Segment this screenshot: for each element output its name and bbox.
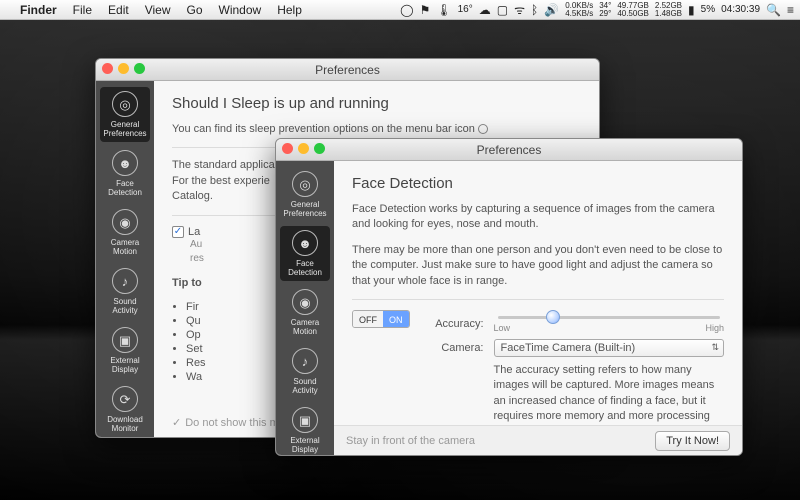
- sidebar-item-label: Sound Activity: [100, 297, 150, 315]
- slider-low-label: Low: [494, 323, 511, 333]
- thermometer-icon[interactable]: 🌡: [436, 3, 451, 17]
- preferences-window-front: Preferences ◎ General Preferences ☻ Face De…: [275, 138, 743, 456]
- enable-toggle[interactable]: OFF ON: [352, 310, 410, 328]
- checkbox-icon[interactable]: ✓: [172, 416, 181, 429]
- wifi-icon[interactable]: ᯤ: [514, 1, 525, 18]
- face-detection-icon: ☻: [112, 150, 138, 176]
- camera-motion-icon: ◉: [112, 209, 138, 235]
- toggle-off-label[interactable]: OFF: [353, 311, 383, 327]
- try-it-now-button[interactable]: Try It Now!: [655, 431, 730, 451]
- pane-description-1: Face Detection works by capturing a sequ…: [352, 202, 724, 233]
- app-menu[interactable]: Finder: [14, 3, 63, 17]
- close-icon[interactable]: [282, 143, 293, 154]
- do-not-show-checkbox[interactable]: ✓ Do not show this mes: [172, 416, 290, 429]
- sound-activity-icon: ♪: [292, 348, 318, 374]
- external-display-icon: ▣: [112, 327, 138, 353]
- titlebar[interactable]: Preferences: [96, 59, 599, 81]
- battery-percent: 5%: [701, 4, 715, 15]
- sidebar-item-label: Face Detection: [280, 259, 330, 277]
- pane-heading: Face Detection: [352, 175, 724, 192]
- accuracy-slider[interactable]: Low High: [494, 316, 725, 333]
- sidebar-item-external-display[interactable]: ▣ External Display: [280, 403, 330, 456]
- pane-footer: Stay in front of the camera Try It Now!: [334, 425, 742, 455]
- sidebar-item-sound-activity[interactable]: ♪ Sound Activity: [280, 344, 330, 399]
- sidebar-item-general-preferences[interactable]: ◎ General Preferences: [100, 87, 150, 142]
- camera-label: Camera:: [424, 342, 484, 354]
- disk-readout: 49.77GB 40.50GB: [617, 2, 649, 18]
- download-monitor-icon: ⟳: [112, 386, 138, 412]
- minimize-icon[interactable]: [118, 63, 129, 74]
- pane-description-2: There may be more than one person and yo…: [352, 243, 724, 289]
- menu-file[interactable]: File: [67, 3, 98, 17]
- camera-select[interactable]: FaceTime Camera (Built-in): [494, 339, 725, 357]
- weather-temp: 16°: [458, 4, 473, 15]
- toggle-on-label[interactable]: ON: [383, 311, 409, 327]
- traffic-lights[interactable]: [282, 143, 325, 154]
- minimize-icon[interactable]: [298, 143, 309, 154]
- sidebar-item-label: Download Monitor: [100, 415, 150, 433]
- general-preferences-icon: ◎: [112, 91, 138, 117]
- sidebar-item-camera-motion[interactable]: ◉ Camera Motion: [280, 285, 330, 340]
- sidebar-item-label: General Preferences: [280, 200, 330, 218]
- checkbox-icon[interactable]: ✓: [172, 226, 184, 238]
- zoom-icon[interactable]: [314, 143, 325, 154]
- general-preferences-icon: ◎: [292, 171, 318, 197]
- sidebar-item-label: Camera Motion: [280, 318, 330, 336]
- zoom-icon[interactable]: [134, 63, 145, 74]
- preferences-pane-face-detection: Face Detection Face Detection works by c…: [334, 161, 742, 455]
- menubar-flag-icon[interactable]: ⚑: [420, 3, 431, 17]
- traffic-lights[interactable]: [102, 63, 145, 74]
- preferences-sidebar: ◎ General Preferences ☻ Face Detection ◉ Came…: [276, 161, 334, 455]
- pane-heading: Should I Sleep is up and running: [172, 95, 581, 112]
- titlebar[interactable]: Preferences: [276, 139, 742, 161]
- close-icon[interactable]: [102, 63, 113, 74]
- menubar-hint-icon: [478, 124, 488, 134]
- slider-high-label: High: [705, 323, 724, 333]
- window-title: Preferences: [315, 63, 380, 77]
- accuracy-label: Accuracy:: [424, 318, 484, 330]
- menu-edit[interactable]: Edit: [102, 3, 135, 17]
- sidebar-item-label: External Display: [280, 436, 330, 454]
- sidebar-item-sound-activity[interactable]: ♪ Sound Activity: [100, 264, 150, 319]
- display-icon[interactable]: ▢: [497, 3, 508, 17]
- window-title: Preferences: [477, 143, 542, 157]
- sidebar-item-face-detection[interactable]: ☻ Face Detection: [100, 146, 150, 201]
- menu-window[interactable]: Window: [213, 3, 268, 17]
- spotlight-icon[interactable]: 🔍: [766, 3, 781, 17]
- sidebar-item-general-preferences[interactable]: ◎ General Preferences: [280, 167, 330, 222]
- cpu-temp-readout: 34° 29°: [599, 2, 611, 18]
- footer-hint: Stay in front of the camera: [346, 435, 475, 447]
- sidebar-item-label: Camera Motion: [100, 238, 150, 256]
- sidebar-item-label: Sound Activity: [280, 377, 330, 395]
- notification-center-icon[interactable]: ≡: [787, 3, 794, 17]
- camera-motion-icon: ◉: [292, 289, 318, 315]
- macos-menubar: Finder File Edit View Go Window Help ◯ ⚑…: [0, 0, 800, 20]
- preferences-sidebar: ◎ General Preferences ☻ Face Detection ◉ Came…: [96, 81, 154, 437]
- battery-icon[interactable]: ▮: [688, 3, 695, 17]
- pane-subtext: You can find its sleep prevention option…: [172, 122, 581, 137]
- sidebar-item-label: External Display: [100, 356, 150, 374]
- menu-go[interactable]: Go: [181, 3, 209, 17]
- cloud-icon: ☁: [479, 3, 491, 17]
- sidebar-item-external-display[interactable]: ▣ External Display: [100, 323, 150, 378]
- menu-view[interactable]: View: [139, 3, 177, 17]
- sidebar-item-label: Face Detection: [100, 179, 150, 197]
- face-detection-icon: ☻: [292, 230, 318, 256]
- sidebar-item-face-detection[interactable]: ☻ Face Detection: [280, 226, 330, 281]
- bluetooth-icon[interactable]: ᛒ: [531, 3, 538, 17]
- external-display-icon: ▣: [292, 407, 318, 433]
- menubar-status-area: ◯ ⚑ 🌡 16° ☁ ▢ ᯤ ᛒ 🔊 0.0KB/s 4.5KB/s 34° …: [400, 1, 794, 18]
- sidebar-item-download-monitor[interactable]: ⟳ Download Monitor: [100, 382, 150, 437]
- sound-activity-icon: ♪: [112, 268, 138, 294]
- menubar-clock[interactable]: 04:30:39: [721, 4, 760, 15]
- menubar-status-icon[interactable]: ◯: [400, 3, 413, 17]
- memory-readout: 2.52GB 1.48GB: [655, 2, 682, 18]
- netspeed-readout: 0.0KB/s 4.5KB/s: [565, 2, 593, 18]
- volume-icon[interactable]: 🔊: [544, 3, 559, 17]
- sidebar-item-camera-motion[interactable]: ◉ Camera Motion: [100, 205, 150, 260]
- menu-help[interactable]: Help: [271, 3, 308, 17]
- sidebar-item-label: General Preferences: [100, 120, 150, 138]
